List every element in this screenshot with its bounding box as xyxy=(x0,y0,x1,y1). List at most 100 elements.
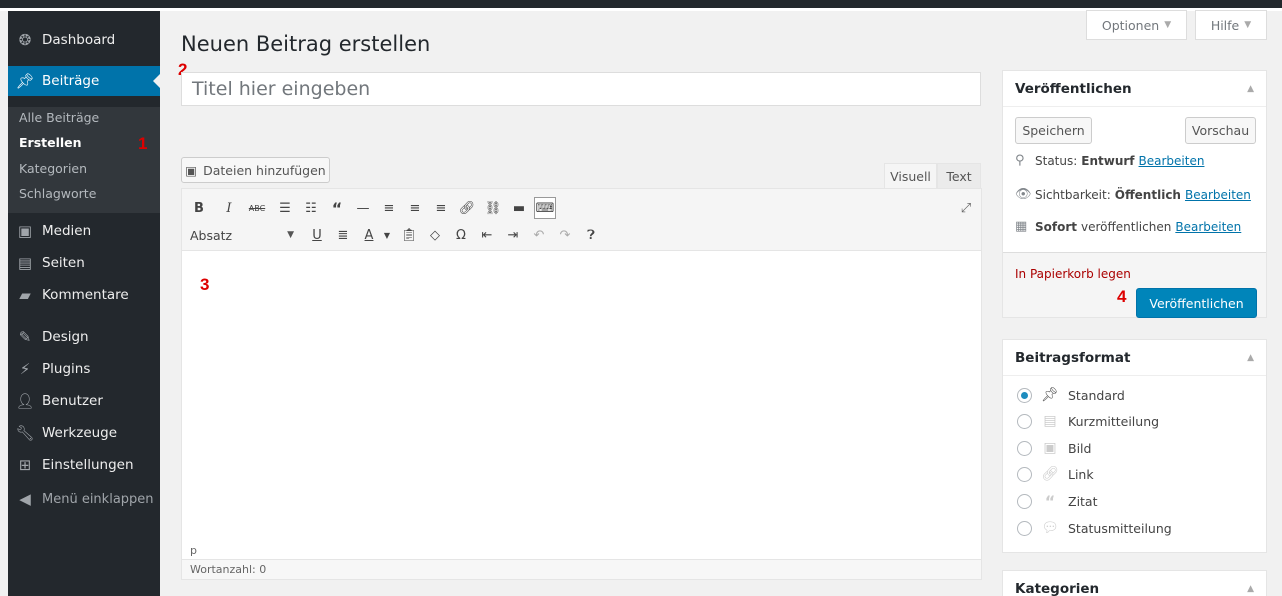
align-center-icon[interactable]: ≡ xyxy=(404,197,426,219)
submenu-categories[interactable]: Kategorien xyxy=(19,161,87,176)
radio-button[interactable] xyxy=(1017,520,1032,536)
paste-text-icon[interactable]: 📋︎ xyxy=(398,224,420,246)
menu-tools-label: Werkzeuge xyxy=(42,425,118,441)
menu-pages[interactable]: ▤ Seiten xyxy=(8,248,160,278)
comments-icon: ▰ xyxy=(19,286,31,304)
menu-design-label: Design xyxy=(42,329,89,345)
add-media-button[interactable]: ▣ Dateien hinzufügen xyxy=(181,157,330,183)
justify-icon[interactable]: ≣ xyxy=(332,224,354,246)
redo-icon[interactable]: ↷ xyxy=(554,224,576,246)
help-button[interactable]: Hilfe ▼ xyxy=(1195,10,1267,40)
submenu-all-posts[interactable]: Alle Beiträge xyxy=(19,110,99,125)
format-option-standard[interactable]: 📌︎ Standard xyxy=(1017,387,1125,403)
post-title-input[interactable]: Titel hier eingeben xyxy=(181,72,981,106)
bold-icon[interactable]: B xyxy=(188,197,210,219)
format-option-aside[interactable]: ▤ Kurzmitteilung xyxy=(1017,413,1159,429)
align-left-icon[interactable]: ≡ xyxy=(378,197,400,219)
edit-schedule-link[interactable]: Bearbeiten xyxy=(1175,220,1241,234)
pushpin-icon: 📌︎ xyxy=(1041,387,1059,403)
blockquote-icon[interactable]: “ xyxy=(326,197,348,219)
undo-icon[interactable]: ↶ xyxy=(528,224,550,246)
collapse-arrow-icon: ▲ xyxy=(1247,352,1254,363)
menu-media[interactable]: ▣ Medien xyxy=(8,216,160,246)
schedule-row: ▦ Sofort veröffentlichen Bearbeiten xyxy=(1015,219,1241,234)
format-option-image[interactable]: ▣ Bild xyxy=(1017,440,1091,456)
menu-design[interactable]: ✎ Design xyxy=(8,322,160,352)
collapse-arrow-icon: ▲ xyxy=(1247,583,1254,594)
caret-down-icon: ▼ xyxy=(287,230,294,240)
radio-button[interactable] xyxy=(1017,466,1032,482)
horizontal-line-icon[interactable]: — xyxy=(352,197,374,219)
format-option-label: Bild xyxy=(1068,440,1092,456)
user-icon: 👤︎ xyxy=(15,392,35,410)
help-icon[interactable]: ❓︎ xyxy=(580,224,602,246)
menu-dashboard-label: Dashboard xyxy=(42,32,116,48)
post-format-title: Beitragsformat xyxy=(1015,349,1131,366)
menu-comments-label: Kommentare xyxy=(42,287,129,303)
categories-header[interactable]: Kategorien ▲ xyxy=(1003,571,1266,596)
tab-text[interactable]: Text xyxy=(937,163,981,189)
menu-users-label: Benutzer xyxy=(42,393,103,409)
save-draft-button[interactable]: Speichern xyxy=(1015,117,1092,144)
speech-bubble-icon: 💬︎ xyxy=(1041,520,1059,536)
collapse-menu-button[interactable]: ◀ Menü einklappen xyxy=(8,484,160,514)
pin-icon: ⚲ xyxy=(1015,153,1025,168)
clear-formatting-icon[interactable]: ◇ xyxy=(424,224,446,246)
bullet-list-icon[interactable]: ☰ xyxy=(274,197,296,219)
menu-settings[interactable]: ⊞ Einstellungen xyxy=(8,450,160,480)
annotation-marker-4: 4 xyxy=(1117,287,1127,306)
numbered-list-icon[interactable]: ☷ xyxy=(300,197,322,219)
menu-plugins[interactable]: ⚡ Plugins xyxy=(8,354,160,384)
menu-dashboard[interactable]: ❂ Dashboard xyxy=(8,25,160,55)
menu-users[interactable]: 👤︎ Benutzer xyxy=(8,386,160,416)
strikethrough-icon[interactable]: ABC xyxy=(246,197,268,219)
read-more-icon[interactable]: ▬ xyxy=(508,197,530,219)
submenu-add-new[interactable]: Erstellen xyxy=(19,135,82,150)
move-to-trash-link[interactable]: In Papierkorb legen xyxy=(1015,267,1131,281)
media-icon: ▣ xyxy=(17,222,33,240)
outdent-icon[interactable]: ⇤ xyxy=(476,224,498,246)
toolbar-toggle-icon[interactable]: ⌨ xyxy=(534,197,556,219)
aside-icon: ▤ xyxy=(1043,413,1057,429)
schedule-value: Sofort xyxy=(1035,219,1078,234)
menu-tools[interactable]: 🔧︎ Werkzeuge xyxy=(8,418,160,448)
post-format-box: Beitragsformat ▲ 📌︎ Standard ▤ Kurzmitte… xyxy=(1002,339,1267,553)
fullscreen-icon[interactable]: ⤢ xyxy=(955,197,977,219)
collapse-arrow-icon: ▲ xyxy=(1247,83,1254,94)
underline-icon[interactable]: U xyxy=(306,224,328,246)
format-option-link[interactable]: 🔗︎ Link xyxy=(1017,466,1094,482)
menu-posts[interactable]: 📌︎ Beiträge xyxy=(8,66,160,96)
italic-icon[interactable]: I xyxy=(218,197,240,219)
insert-link-icon[interactable]: 🔗︎ xyxy=(456,197,478,219)
indent-icon[interactable]: ⇥ xyxy=(502,224,524,246)
publish-button[interactable]: Veröffentlichen xyxy=(1136,288,1257,318)
image-icon: ▣ xyxy=(1043,440,1057,456)
preview-button[interactable]: Vorschau xyxy=(1185,117,1256,144)
edit-status-link[interactable]: Bearbeiten xyxy=(1139,154,1205,168)
collapse-arrow-icon: ◀ xyxy=(19,490,31,508)
format-option-label: Link xyxy=(1068,466,1094,482)
align-right-icon[interactable]: ≡ xyxy=(430,197,452,219)
format-option-quote[interactable]: “ Zitat xyxy=(1017,492,1098,511)
caret-down-icon[interactable]: ▼ xyxy=(376,224,398,246)
radio-button[interactable] xyxy=(1017,387,1032,403)
radio-button[interactable] xyxy=(1017,494,1032,509)
tab-visual[interactable]: Visuell xyxy=(884,163,937,189)
post-format-header[interactable]: Beitragsformat ▲ xyxy=(1003,340,1266,376)
publish-box-header[interactable]: Veröffentlichen ▲ xyxy=(1003,71,1266,107)
menu-comments[interactable]: ▰ Kommentare xyxy=(8,280,160,310)
format-select[interactable]: Absatz ▼ xyxy=(190,225,300,245)
categories-title: Kategorien xyxy=(1015,580,1100,596)
format-option-status[interactable]: 💬︎ Statusmitteilung xyxy=(1017,520,1172,536)
post-editor: B I ABC ☰ ☷ “ — ≡ ≡ ≡ 🔗︎ ⛓ ▬ ⌨ ⤢ Absatz … xyxy=(181,188,982,580)
special-character-icon[interactable]: Ω xyxy=(450,224,472,246)
radio-button[interactable] xyxy=(1017,413,1032,429)
radio-button[interactable] xyxy=(1017,440,1032,456)
editor-toolbar: B I ABC ☰ ☷ “ — ≡ ≡ ≡ 🔗︎ ⛓ ▬ ⌨ ⤢ Absatz … xyxy=(182,189,981,251)
editor-content-area[interactable] xyxy=(182,252,981,540)
unlink-icon[interactable]: ⛓ xyxy=(482,197,504,219)
visibility-label: Sichtbarkeit: xyxy=(1035,187,1111,202)
screen-options-button[interactable]: Optionen ▼ xyxy=(1086,10,1187,40)
submenu-tags[interactable]: Schlagworte xyxy=(19,186,96,201)
edit-visibility-link[interactable]: Bearbeiten xyxy=(1185,188,1251,202)
